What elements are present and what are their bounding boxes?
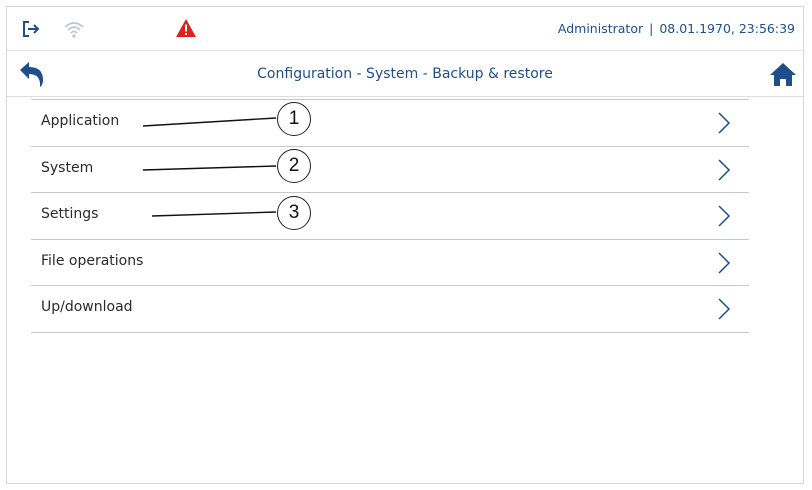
menu-item-file-operations[interactable]: File operations — [31, 240, 749, 286]
menu-item-system[interactable]: System — [31, 147, 749, 193]
menu-item-label: System — [41, 159, 94, 176]
menu-list: Application System Settings File operati… — [31, 99, 749, 333]
callout-2: 2 — [277, 149, 311, 183]
menu-item-label: Application — [41, 113, 120, 129]
chevron-right-icon — [718, 298, 731, 320]
chevron-right-icon — [718, 251, 731, 274]
menu-item-application[interactable]: Application — [31, 100, 749, 147]
menu-item-label: Settings — [41, 206, 99, 222]
warning-icon[interactable] — [175, 18, 197, 38]
status-separator: | — [649, 21, 654, 36]
menu-item-settings[interactable]: Settings — [31, 193, 749, 240]
chevron-right-icon — [718, 158, 731, 181]
date-time: 08.01.1970, 23:56:39 — [659, 21, 795, 36]
title-bar: Configuration - System - Backup & restor… — [7, 51, 803, 97]
callout-3: 3 — [277, 196, 311, 230]
callout-1: 1 — [277, 102, 311, 136]
menu-item-up-download[interactable]: Up/download — [31, 286, 749, 333]
screen-frame: Administrator | 08.01.1970, 23:56:39 Confi… — [6, 6, 804, 484]
user-name: Administrator — [557, 21, 644, 36]
wifi-icon — [64, 22, 84, 38]
page-title: Configuration - System - Backup & restor… — [257, 66, 553, 82]
menu-item-label: Up/download — [41, 299, 133, 315]
home-icon[interactable] — [769, 61, 797, 87]
status-info: Administrator | 08.01.1970, 23:56:39 — [558, 21, 795, 36]
chevron-right-icon — [718, 112, 731, 134]
login-icon[interactable] — [21, 19, 43, 39]
menu-item-label: File operations — [41, 252, 144, 269]
status-bar: Administrator | 08.01.1970, 23:56:39 — [7, 7, 803, 51]
chevron-right-icon — [718, 205, 731, 227]
